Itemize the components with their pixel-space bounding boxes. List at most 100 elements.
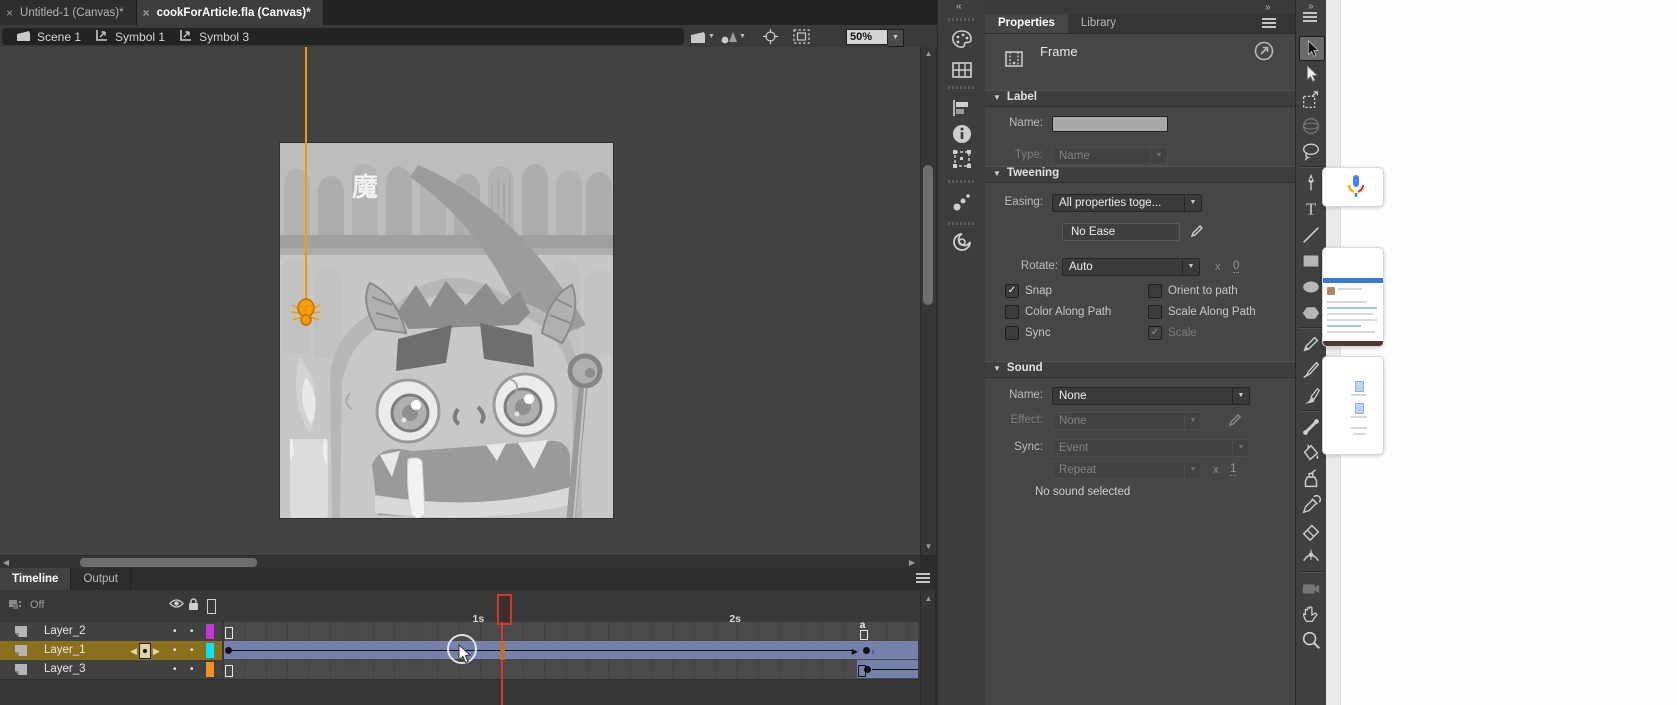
rotate-count-hotttext[interactable]: 0 <box>1233 260 1240 273</box>
line-tool[interactable] <box>1299 223 1323 246</box>
pen-tool[interactable] <box>1299 171 1323 194</box>
bone-tool[interactable] <box>1299 415 1323 438</box>
align-icon[interactable] <box>950 96 974 120</box>
tab-properties[interactable]: Properties <box>985 14 1068 33</box>
panel-menu-icon[interactable] <box>1303 12 1317 22</box>
layer-row-layer_1[interactable]: Layer_1 ◀ ▶ • • <box>0 641 222 661</box>
empty-keyframe[interactable] <box>225 665 233 677</box>
keyframe-dot[interactable] <box>862 647 870 654</box>
color-palette-icon[interactable] <box>950 28 974 52</box>
frame-row-layer_2[interactable]: a <box>224 620 918 642</box>
paint-bucket-tool[interactable] <box>1299 441 1323 464</box>
stage-pasteboard[interactable]: 魔 <box>0 47 920 555</box>
stage-vertical-scrollbar[interactable]: ▲ ▼ <box>920 47 936 555</box>
document-thumbnail[interactable] <box>1322 356 1384 455</box>
edit-ease-pencil-icon[interactable] <box>1190 224 1204 238</box>
checkbox-scale-along-path[interactable]: Scale Along Path <box>1148 305 1256 319</box>
collapse-panel-icon[interactable]: » <box>1265 2 1271 13</box>
parenting-view-toggle[interactable]: Off <box>8 599 44 611</box>
frame-row-layer_1[interactable]: ▶ › <box>224 641 918 661</box>
layer-outline-color[interactable] <box>206 662 214 677</box>
checkbox-color-along-path[interactable]: Color Along Path <box>1005 305 1111 319</box>
lock-icon[interactable] <box>188 598 199 611</box>
center-frame-button[interactable] <box>763 28 778 45</box>
polystar-tool[interactable] <box>1299 301 1323 324</box>
collapse-panels-icon[interactable]: « <box>956 1 962 12</box>
rotate-dropdown[interactable]: Auto ▼ <box>1062 258 1200 276</box>
subselection-tool[interactable] <box>1299 62 1323 85</box>
expand-panel-icon[interactable]: » <box>1308 1 1314 12</box>
outline-column-icon[interactable] <box>207 599 216 614</box>
breadcrumb-item[interactable]: Symbol 3 <box>179 29 249 45</box>
layer-row-layer_2[interactable]: Layer_2 • • <box>0 622 222 642</box>
breadcrumb-item[interactable]: Symbol 1 <box>95 29 165 45</box>
text-tool[interactable]: T <box>1299 197 1323 220</box>
breadcrumb-item[interactable]: Scene 1 <box>16 29 81 45</box>
width-tool[interactable] <box>1299 545 1323 568</box>
brush-library-icon[interactable] <box>950 190 974 214</box>
clip-content-button[interactable] <box>793 28 810 45</box>
frame-row-layer_3[interactable] <box>224 660 918 680</box>
stage-artwork[interactable]: 魔 <box>280 143 613 519</box>
checkbox-box[interactable] <box>1005 326 1019 340</box>
action-keyframe[interactable] <box>859 630 868 640</box>
scroll-right-icon[interactable]: ▶ <box>906 558 918 567</box>
layer-lock-dot[interactable]: • <box>190 626 194 637</box>
free-transform-tool[interactable] <box>1299 88 1323 111</box>
keyframe-dot[interactable] <box>225 647 232 654</box>
layer-outline-color[interactable] <box>206 624 214 639</box>
google-mic-thumbnail[interactable] <box>1322 167 1384 207</box>
edit-scene-button[interactable]: ▼ <box>690 28 715 45</box>
keyframe-dot[interactable] <box>863 666 871 673</box>
cc-libraries-icon[interactable] <box>950 230 974 254</box>
scrollbar-thumb[interactable] <box>80 558 257 567</box>
navigate-frame-icon[interactable] <box>1254 41 1274 61</box>
tab-output[interactable]: Output <box>71 568 131 590</box>
scroll-up-icon[interactable]: ▲ <box>921 49 936 58</box>
panel-menu-icon[interactable] <box>1262 18 1276 28</box>
checkbox-snap[interactable]: ✓ Snap <box>1005 284 1052 298</box>
ease-preset-button[interactable]: No Ease <box>1062 223 1180 241</box>
layer-visibility-dot[interactable]: • <box>173 645 177 656</box>
close-tab-icon[interactable]: × <box>6 6 13 20</box>
layer-visibility-dot[interactable]: • <box>173 664 177 675</box>
panel-grip[interactable] <box>948 180 976 183</box>
prev-keyframe-icon[interactable]: ◀ <box>130 646 137 657</box>
eyedropper-tool[interactable] <box>1299 493 1323 516</box>
pencil-tool[interactable] <box>1299 332 1323 355</box>
sound-name-dropdown[interactable]: None ▼ <box>1052 387 1250 405</box>
layer-visibility-dot[interactable]: • <box>173 626 177 637</box>
panel-grip[interactable] <box>948 86 976 89</box>
easing-dropdown[interactable]: All properties toge... ▼ <box>1052 194 1202 212</box>
document-tab[interactable]: × Untitled-1 (Canvas)* <box>0 0 137 25</box>
section-header-tweening[interactable]: ▼ Tweening <box>985 166 1295 183</box>
checkbox-box[interactable] <box>1005 305 1019 319</box>
label-name-input[interactable] <box>1052 116 1168 132</box>
layer-lock-dot[interactable]: • <box>190 664 194 675</box>
zoom-tool[interactable] <box>1299 628 1323 651</box>
rectangle-tool[interactable] <box>1299 249 1323 272</box>
playhead-handle[interactable] <box>497 594 513 625</box>
current-keyframe-icon[interactable] <box>138 643 151 659</box>
ink-bottle-tool[interactable] <box>1299 467 1323 490</box>
layer-outline-color[interactable] <box>206 643 214 658</box>
tab-timeline[interactable]: Timeline <box>0 568 72 590</box>
transform-icon[interactable] <box>950 147 974 171</box>
webpage-thumbnail[interactable] <box>1322 247 1384 347</box>
oval-tool[interactable] <box>1299 275 1323 298</box>
info-icon[interactable] <box>950 122 974 146</box>
scroll-down-icon[interactable]: ▼ <box>921 542 936 551</box>
section-header-label[interactable]: ▼ Label <box>985 90 1295 107</box>
next-keyframe-icon[interactable]: ▶ <box>153 646 160 657</box>
panel-grip[interactable] <box>948 18 976 21</box>
document-tab[interactable]: × cookForArticle.fla (Canvas)* <box>136 0 324 25</box>
hand-tool[interactable] <box>1299 602 1323 625</box>
swatches-icon[interactable] <box>950 58 974 82</box>
layer-row-layer_3[interactable]: Layer_3 • • <box>0 660 222 680</box>
brush-tool[interactable] <box>1299 384 1323 407</box>
close-tab-icon[interactable]: × <box>143 6 150 20</box>
selection-tool[interactable] <box>1299 36 1325 61</box>
scroll-left-icon[interactable]: ◀ <box>0 558 12 567</box>
repeat-count-hottext[interactable]: 1 <box>1230 463 1237 476</box>
paint-brush-tool[interactable] <box>1299 358 1323 381</box>
